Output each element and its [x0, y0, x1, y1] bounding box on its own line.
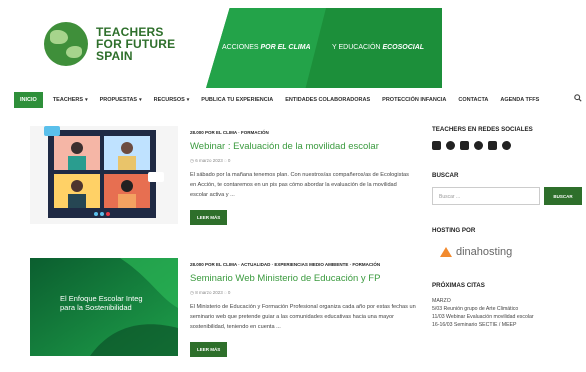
nav-item-teachers[interactable]: TEACHERS ▾: [53, 97, 88, 103]
list-item: MARZO: [432, 298, 451, 304]
search-widget-title: BUSCAR: [432, 172, 459, 179]
hosting-widget-title: HOSTING POR: [432, 227, 476, 234]
nav-item-inicio[interactable]: INICIO: [14, 92, 43, 108]
nav-item-agenda[interactable]: AGENDA TFFS: [500, 97, 539, 103]
post-meta: ◷ 8 marzo 2023 ◌ 0: [190, 290, 231, 295]
youtube-icon[interactable]: [432, 141, 441, 150]
nav-item-entidades[interactable]: ENTIDADES COLABORADORAS: [285, 97, 370, 103]
comments-icon[interactable]: ◌ 0: [224, 158, 230, 163]
post-thumbnail[interactable]: El Enfoque Escolar Integ para la Sosteni…: [30, 258, 178, 356]
thumbnail-caption: El Enfoque Escolar Integ para la Sosteni…: [60, 294, 143, 312]
post-body: 28.000 POR EL CLIMA · ACTUALIDAD · EXPER…: [190, 262, 420, 357]
search-icon[interactable]: [574, 94, 582, 104]
post-title[interactable]: Seminario Web Ministerio de Educación y …: [190, 273, 420, 284]
clock-icon: ◷: [190, 158, 194, 163]
read-more-button[interactable]: LEER MÁS: [190, 342, 228, 357]
comments-icon[interactable]: ◌ 0: [224, 290, 230, 295]
nav-item-publica[interactable]: PUBLICA TU EXPERIENCIA: [201, 97, 273, 103]
post-meta: ◷ 6 marzo 2023 ◌ 0: [190, 158, 231, 163]
chevron-down-icon: ▾: [186, 97, 190, 103]
site-logo[interactable]: TEACHERS FOR FUTURE SPAIN: [44, 22, 175, 66]
list-item[interactable]: 5/03 Reunión grupo de Arte Climático: [432, 305, 586, 313]
search-input[interactable]: Buscar ...: [432, 187, 540, 205]
banner-text-left: ACCIONES POR EL CLIMA: [222, 44, 311, 51]
logo-text: TEACHERS FOR FUTURE SPAIN: [96, 25, 176, 63]
telegram-icon[interactable]: [502, 141, 511, 150]
read-more-button[interactable]: LEER MÁS: [190, 210, 228, 225]
list-item[interactable]: 16-16/03 Seminario SECTIE / MEEP: [432, 321, 586, 329]
citas-list: MARZO 5/03 Reunión grupo de Arte Climáti…: [432, 297, 586, 329]
nav-item-recursos[interactable]: RECURSOS ▾: [154, 97, 190, 103]
post-categories[interactable]: 28.000 POR EL CLIMA · FORMACIÓN: [190, 130, 420, 135]
search-form: Buscar ... BUSCAR: [432, 187, 586, 205]
nav-item-proteccion[interactable]: PROTECCIÓN INFANCIA: [382, 97, 446, 103]
nav-item-contacta[interactable]: CONTACTA: [458, 97, 488, 103]
social-widget-title: TEACHERS EN REDES SOCIALES: [432, 126, 533, 133]
dinahosting-logo[interactable]: dinahosting: [440, 246, 586, 258]
search-button[interactable]: BUSCAR: [544, 187, 582, 205]
post-body: 28.000 POR EL CLIMA · FORMACIÓN Webinar …: [190, 130, 420, 225]
header-banner: ACCIONES POR EL CLIMA Y EDUCACIÓN ECOSOC…: [206, 8, 442, 88]
social-icons: [432, 141, 586, 150]
site-header: TEACHERS FOR FUTURE SPAIN ACCIONES POR E…: [10, 8, 586, 88]
citas-widget-title: PRÓXIMAS CITAS: [432, 282, 485, 289]
twitter-icon[interactable]: [460, 141, 469, 150]
post-excerpt: El Ministerio de Educación y Formación P…: [190, 304, 416, 330]
banner-text-right: Y EDUCACIÓN ECOSOCIAL: [332, 44, 425, 51]
chevron-down-icon: ▾: [85, 97, 88, 103]
chevron-down-icon: ▾: [139, 97, 142, 103]
clock-icon: ◷: [190, 290, 194, 295]
nav-item-propuestas[interactable]: PROPUESTAS ▾: [100, 97, 142, 103]
linkedin-icon[interactable]: [488, 141, 497, 150]
post-excerpt: El sábado por la mañana tenemos plan. Co…: [190, 172, 409, 198]
instagram-icon[interactable]: [446, 141, 455, 150]
triangle-logo-icon: [440, 247, 452, 257]
main-navigation: INICIO TEACHERS ▾ PROPUESTAS ▾ RECURSOS ▾ P…: [14, 90, 586, 110]
post-title[interactable]: Webinar : Evaluación de la movilidad esc…: [190, 141, 420, 152]
github-icon[interactable]: [474, 141, 483, 150]
list-item[interactable]: 11/03 Webinar Evaluación movilidad escol…: [432, 313, 586, 321]
video-call-illustration: [44, 126, 164, 218]
post-thumbnail[interactable]: [30, 126, 178, 224]
sidebar: TEACHERS EN REDES SOCIALES BUSCAR Buscar…: [432, 126, 586, 329]
post-categories[interactable]: 28.000 POR EL CLIMA · ACTUALIDAD · EXPER…: [190, 262, 420, 267]
globe-logo-icon: [44, 22, 88, 66]
